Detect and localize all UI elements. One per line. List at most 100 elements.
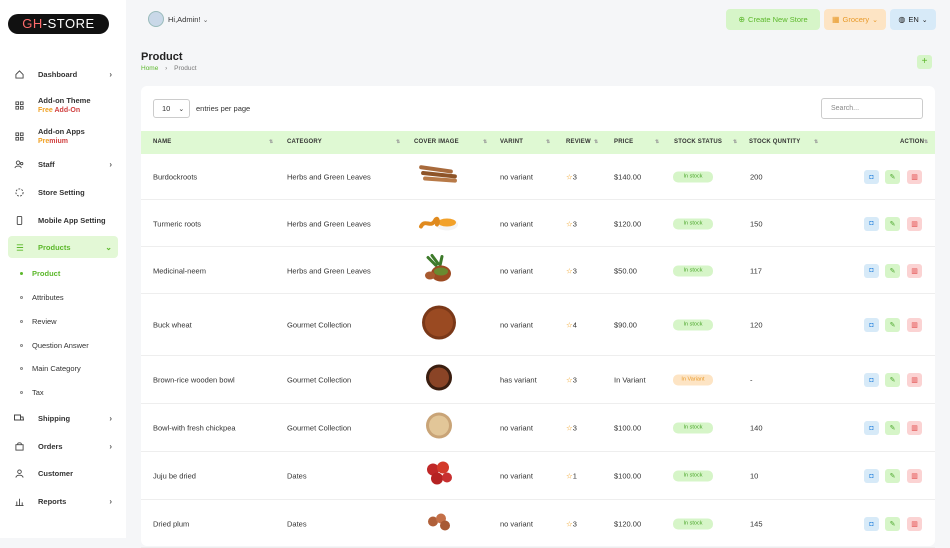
create-store-button[interactable]: ⊕ Create New Store xyxy=(726,9,820,30)
column-header-price[interactable]: PRICE ⇅ xyxy=(614,131,659,154)
column-label: VARINT xyxy=(500,139,524,145)
view-button[interactable]: ◘ xyxy=(864,170,879,184)
delete-button[interactable]: ▥ xyxy=(907,469,922,483)
delete-button[interactable]: ▥ xyxy=(907,170,922,184)
subnav-main-category[interactable]: Main Category xyxy=(20,364,81,373)
edit-button[interactable]: ✎ xyxy=(885,263,900,278)
search-input[interactable]: Search... xyxy=(821,98,923,119)
bullet-icon xyxy=(20,296,23,299)
stock-quantity: 150 xyxy=(750,219,763,228)
column-header-stock-quantity[interactable]: STOCK QUNTITY ⇅ xyxy=(749,131,818,154)
star-icon: ☆ xyxy=(566,172,573,182)
delete-button[interactable]: ▥ xyxy=(907,263,922,278)
add-product-button[interactable]: + xyxy=(917,55,932,69)
trash-icon: ▥ xyxy=(911,174,918,181)
sidebar-item-products[interactable]: Products ⌄ xyxy=(8,236,118,258)
entries-label: entries per page xyxy=(196,104,251,113)
view-button[interactable]: ◘ xyxy=(864,263,879,278)
sidebar-item-sublabel: Premium xyxy=(38,138,85,145)
view-button[interactable]: ◘ xyxy=(864,421,879,435)
column-header-variant[interactable]: VARINT ⇅ xyxy=(500,131,550,154)
delete-button[interactable]: ▥ xyxy=(907,318,922,332)
sublabel-highlight: Free xyxy=(38,107,53,114)
column-header-stock-status[interactable]: STOCK STATUS ⇅ xyxy=(674,131,737,154)
sidebar-item-label: Customer xyxy=(38,468,74,478)
product-name: Juju be dried xyxy=(153,471,196,481)
sidebar-item-addon-apps[interactable]: Add-on Apps Premium xyxy=(8,125,118,147)
subnav-question-answer[interactable]: Question Answer xyxy=(20,341,89,350)
sidebar-item-label: Products xyxy=(38,242,71,252)
sidebar-item-shipping[interactable]: Shipping › xyxy=(8,410,118,426)
product-category: Herbs and Green Leaves xyxy=(287,266,371,275)
subnav-tax[interactable]: Tax xyxy=(20,388,44,397)
star-icon: ☆ xyxy=(566,471,573,481)
top-bar: Hi,Admin! ⌄ ⊕ Create New Store ▦ Grocery ⌄ … xyxy=(126,0,950,40)
delete-button[interactable]: ▥ xyxy=(907,421,922,435)
bag-icon xyxy=(14,441,24,451)
sidebar-item-reports[interactable]: Reports › xyxy=(8,493,118,509)
table-row: Turmeric roots Herbs and Green Leaves no v… xyxy=(141,200,935,247)
delete-button[interactable]: ▥ xyxy=(907,216,922,231)
subnav-review[interactable]: Review xyxy=(20,317,57,326)
avatar[interactable] xyxy=(148,11,164,27)
bullet-icon xyxy=(20,391,23,394)
grid-icon xyxy=(14,131,24,141)
edit-button[interactable]: ✎ xyxy=(885,373,900,387)
view-button[interactable]: ◘ xyxy=(864,318,879,332)
sidebar-item-mobile-app-setting[interactable]: Mobile App Setting xyxy=(8,212,118,228)
sidebar-item-staff[interactable]: Staff › xyxy=(8,156,118,172)
review-value: 1 xyxy=(572,471,577,481)
edit-button[interactable]: ✎ xyxy=(885,170,900,184)
entries-select[interactable]: 10 ⌄ xyxy=(153,99,190,118)
table-row: Dried plum Dates no variant ☆3 $120.00 In sto… xyxy=(141,500,935,548)
subnav-product[interactable]: Product xyxy=(20,269,60,278)
chevron-down-icon: ⌄ xyxy=(872,16,879,24)
globe-icon: ◍ xyxy=(898,15,906,24)
sidebar-item-label: Shipping xyxy=(38,413,71,423)
sidebar-item-orders[interactable]: Orders › xyxy=(8,438,118,454)
edit-button[interactable]: ✎ xyxy=(885,421,900,435)
sidebar-item-store-setting[interactable]: Store Setting xyxy=(8,184,118,200)
star-icon: ☆ xyxy=(566,375,573,385)
product-review: ☆3 xyxy=(566,520,577,529)
stock-quantity: 200 xyxy=(750,172,763,182)
user-menu[interactable]: Hi,Admin! ⌄ xyxy=(168,15,208,24)
grid-icon xyxy=(14,100,24,110)
language-select[interactable]: ◍ EN ⌄ xyxy=(890,9,936,30)
camera-icon: ◘ xyxy=(869,424,874,432)
edit-button[interactable]: ✎ xyxy=(885,469,900,483)
trash-icon: ▥ xyxy=(911,322,918,329)
product-name: Medicinal-neem xyxy=(153,266,206,275)
view-button[interactable]: ◘ xyxy=(864,517,879,531)
camera-icon: ◘ xyxy=(869,321,874,329)
camera-icon: ◘ xyxy=(869,376,874,384)
sidebar-item-dashboard[interactable]: Dashboard › xyxy=(8,66,118,82)
edit-button[interactable]: ✎ xyxy=(885,216,900,231)
store-icon: ▦ xyxy=(831,15,840,24)
user-icon xyxy=(14,468,24,478)
view-button[interactable]: ◘ xyxy=(864,216,879,231)
column-header-review[interactable]: REVIEW ⇅ xyxy=(566,131,598,154)
store-select[interactable]: ▦ Grocery ⌄ xyxy=(824,9,886,30)
trash-icon: ▥ xyxy=(911,521,918,528)
camera-icon: ◘ xyxy=(869,173,874,181)
view-button[interactable]: ◘ xyxy=(864,373,879,387)
store-logo[interactable]: GH-STORE xyxy=(8,14,109,34)
sidebar-item-customer[interactable]: Customer xyxy=(8,465,118,481)
edit-button[interactable]: ✎ xyxy=(885,517,900,531)
breadcrumb-home[interactable]: Home xyxy=(141,65,158,72)
trash-icon: ▥ xyxy=(911,377,918,384)
edit-button[interactable]: ✎ xyxy=(885,318,900,332)
column-header-category[interactable]: CATEGORY ⇅ xyxy=(287,131,400,154)
sidebar-item-addon-theme[interactable]: Add-on Theme Free Add-On xyxy=(8,94,118,116)
subnav-attributes[interactable]: Attributes xyxy=(20,293,64,302)
column-header-name[interactable]: NAME ⇅ xyxy=(153,131,273,154)
delete-button[interactable]: ▥ xyxy=(907,517,922,531)
column-header-cover-image[interactable]: COVER IMAGE ⇅ xyxy=(414,131,487,154)
sublabel-highlight: Pre xyxy=(38,138,50,145)
column-label: STOCK STATUS xyxy=(674,139,723,145)
view-button[interactable]: ◘ xyxy=(864,469,879,483)
delete-button[interactable]: ▥ xyxy=(907,373,922,387)
product-table-card: 10 ⌄ entries per page Search... NAME ⇅ CAT… xyxy=(141,86,935,548)
product-price: $140.00 xyxy=(614,172,642,182)
